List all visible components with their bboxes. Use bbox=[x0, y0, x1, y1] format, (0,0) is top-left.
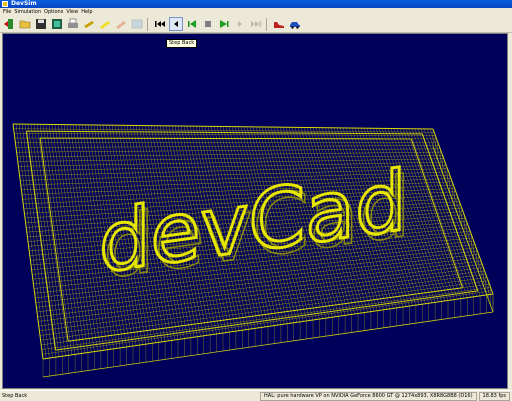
title-bar[interactable]: DevSim bbox=[0, 0, 512, 8]
tool-yellow-button[interactable] bbox=[98, 17, 112, 31]
menu-help[interactable]: Help bbox=[81, 8, 92, 16]
tooltip: Step Back bbox=[166, 39, 198, 48]
menu-file[interactable]: File bbox=[3, 8, 11, 16]
menu-bar: File Simulation Options View Help bbox=[0, 8, 512, 16]
fps-counter: 18.83 fps bbox=[478, 391, 510, 401]
tool-button[interactable] bbox=[82, 17, 96, 31]
step-back-icon bbox=[174, 21, 178, 27]
save-icon bbox=[36, 19, 46, 29]
fast-forward-button[interactable] bbox=[249, 17, 263, 31]
open-button[interactable] bbox=[18, 17, 32, 31]
menu-simulation[interactable]: Simulation bbox=[14, 8, 41, 16]
app-window: DevSim File Simulation Options View Help bbox=[0, 0, 512, 401]
car-button[interactable] bbox=[288, 17, 302, 31]
load-part-button[interactable] bbox=[50, 17, 64, 31]
view-button[interactable] bbox=[130, 17, 144, 31]
tool-orange-button[interactable] bbox=[114, 17, 128, 31]
stop-icon bbox=[205, 21, 211, 27]
toolbar-separator bbox=[266, 17, 267, 31]
print-button[interactable] bbox=[66, 17, 80, 31]
play-button[interactable] bbox=[217, 17, 231, 31]
tool-yellow-icon bbox=[100, 21, 110, 29]
step-back-button[interactable] bbox=[169, 17, 183, 31]
renderer-info: HAL: pure hardware VP on NVIDIA GeForce … bbox=[260, 391, 477, 401]
play-back-icon bbox=[188, 20, 196, 28]
stop-button[interactable] bbox=[201, 17, 215, 31]
exit-button[interactable] bbox=[2, 17, 16, 31]
play-icon bbox=[220, 20, 229, 28]
open-icon bbox=[19, 20, 31, 29]
toolbar-separator bbox=[147, 17, 148, 31]
step-forward-button[interactable] bbox=[233, 17, 247, 31]
menu-options[interactable]: Options bbox=[44, 8, 63, 16]
tool-icon bbox=[84, 21, 94, 28]
tool-orange-icon bbox=[116, 21, 126, 29]
view-icon bbox=[131, 19, 143, 29]
step-forward-icon bbox=[238, 21, 242, 27]
save-button[interactable] bbox=[34, 17, 48, 31]
shoe-button[interactable] bbox=[272, 17, 286, 31]
status-bar: Step Back HAL: pure hardware VP on NVIDI… bbox=[0, 390, 512, 401]
play-back-button[interactable] bbox=[185, 17, 199, 31]
fast-forward-icon bbox=[251, 21, 261, 27]
menu-view[interactable]: View bbox=[66, 8, 78, 16]
3d-viewport[interactable]: devCad devCad bbox=[2, 33, 508, 389]
shoe-icon bbox=[274, 22, 284, 28]
print-icon bbox=[68, 18, 78, 28]
car-icon bbox=[290, 22, 300, 29]
app-icon bbox=[2, 1, 8, 7]
load-part-icon bbox=[52, 19, 62, 29]
exit-icon bbox=[4, 19, 13, 29]
rewind-icon bbox=[155, 21, 165, 27]
rewind-button[interactable] bbox=[153, 17, 167, 31]
window-title: DevSim bbox=[11, 0, 37, 7]
toolbar bbox=[0, 16, 512, 33]
status-message: Step Back bbox=[2, 393, 28, 399]
toolpath-mesh[interactable]: devCaddevCad bbox=[3, 34, 507, 388]
